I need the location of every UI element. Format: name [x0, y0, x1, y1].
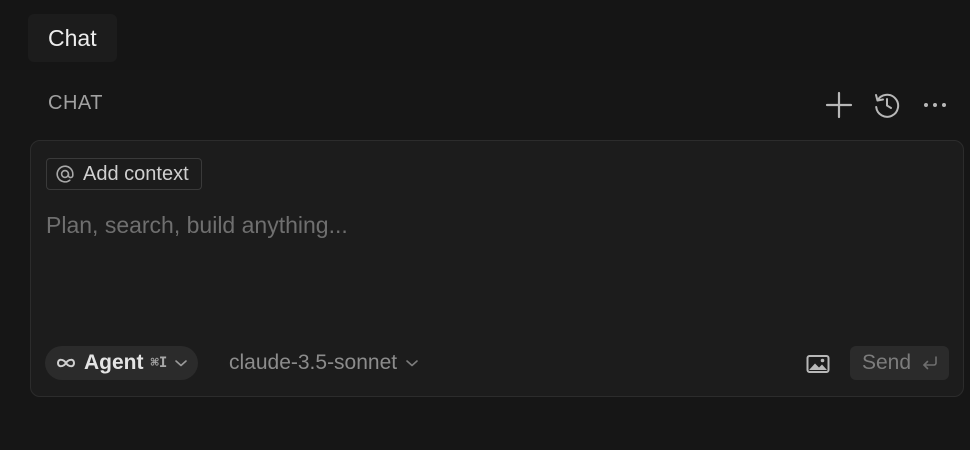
history-button[interactable]	[870, 88, 904, 122]
add-context-label: Add context	[83, 162, 189, 185]
enter-icon	[923, 356, 937, 370]
section-header: CHAT	[0, 80, 970, 130]
more-options-button[interactable]	[918, 88, 952, 122]
composer-toolbar: Agent ⌘I claude-3.5-sonnet Send	[31, 344, 963, 384]
tab-chat[interactable]: Chat	[28, 14, 117, 62]
infinity-icon	[56, 358, 76, 368]
mode-selector[interactable]: Agent ⌘I	[45, 346, 199, 380]
plus-icon	[825, 91, 853, 119]
model-selector[interactable]: claude-3.5-sonnet	[229, 346, 419, 380]
more-icon	[924, 103, 946, 107]
at-icon	[56, 165, 74, 183]
model-label: claude-3.5-sonnet	[229, 351, 398, 374]
tab-bar: Chat	[0, 0, 970, 70]
send-button[interactable]: Send	[849, 346, 949, 380]
chat-composer: Add context Agent ⌘I claude-3.5-sonnet	[30, 140, 964, 397]
mode-shortcut: ⌘I	[150, 355, 168, 371]
chevron-down-icon	[175, 360, 188, 367]
section-title: CHAT	[48, 92, 103, 114]
image-icon	[806, 355, 830, 373]
send-label: Send	[861, 351, 911, 374]
attach-image-button[interactable]	[803, 349, 833, 379]
header-actions	[822, 88, 952, 122]
chevron-down-icon	[406, 360, 418, 367]
tab-chat-label: Chat	[48, 24, 97, 51]
mode-label: Agent	[84, 351, 144, 374]
new-chat-button[interactable]	[822, 88, 856, 122]
prompt-input[interactable]	[46, 205, 936, 245]
chat-panel: Chat CHAT Add context Plan, search, buil…	[0, 0, 970, 450]
history-icon	[875, 93, 900, 118]
add-context-button[interactable]: Add context	[46, 158, 202, 190]
